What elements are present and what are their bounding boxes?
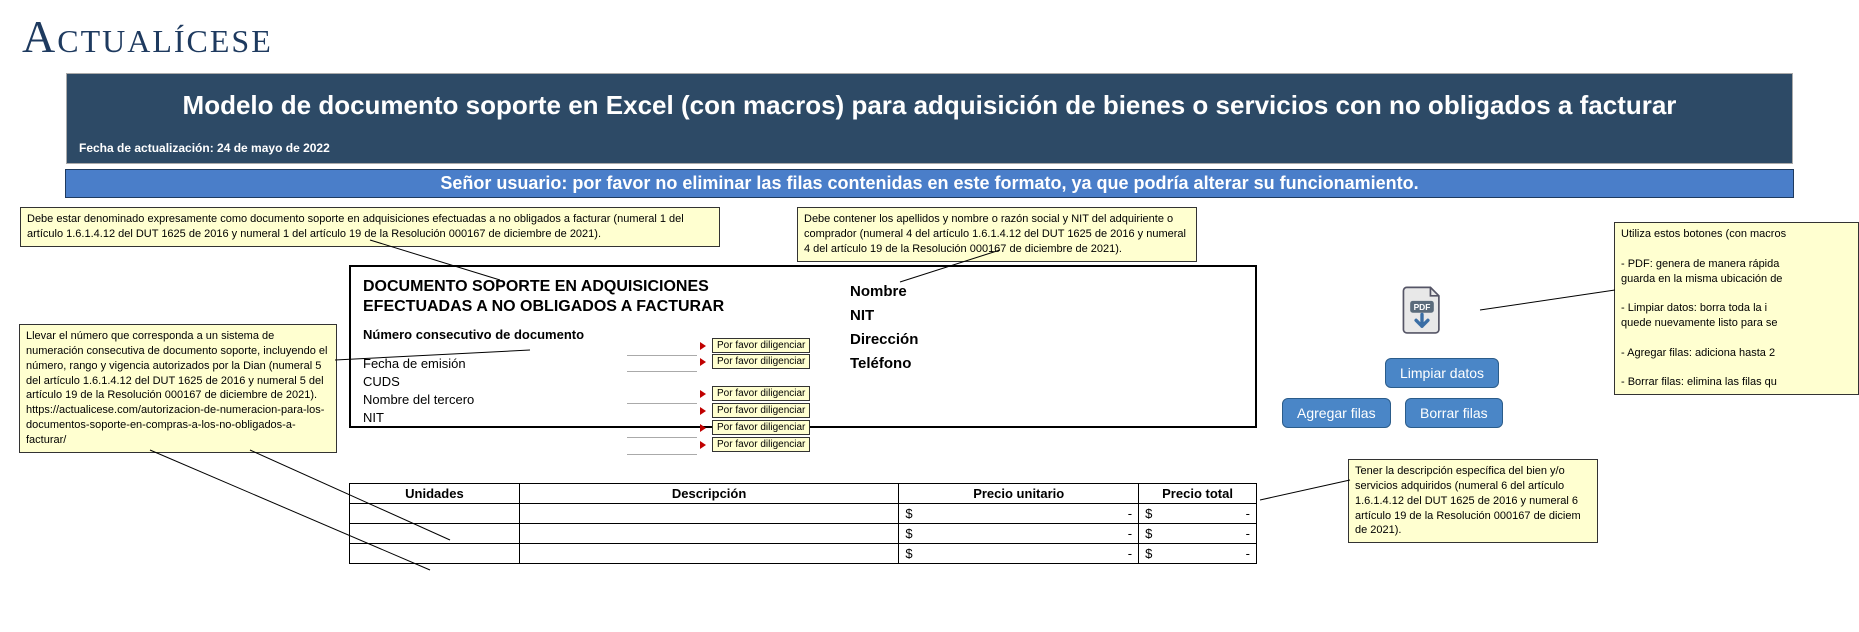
note-top-left: Debe estar denominado expresamente como … xyxy=(20,207,720,247)
field-cuds-label: CUDS xyxy=(363,374,400,389)
note-buttons-help: Utiliza estos botones (con macros - PDF:… xyxy=(1614,222,1859,395)
agregar-filas-button[interactable]: Agregar filas xyxy=(1282,398,1391,428)
currency-symbol: $ xyxy=(905,506,912,521)
dash: - xyxy=(1246,526,1250,541)
blank-nit[interactable] xyxy=(627,454,697,455)
items-table: Unidades Descripción Precio unitario Pre… xyxy=(349,483,1257,564)
brand-logo: Actualícese xyxy=(0,0,1859,73)
hint-diligenciar: Por favor diligenciar xyxy=(712,403,810,418)
comment-indicator-icon xyxy=(700,441,706,449)
table-header-row: Unidades Descripción Precio unitario Pre… xyxy=(350,484,1257,504)
doc-heading-line1: DOCUMENTO SOPORTE EN ADQUISICIONES xyxy=(363,278,709,295)
buyer-block: Nombre NIT Dirección Teléfono xyxy=(850,280,918,376)
hint-diligenciar: Por favor diligenciar xyxy=(712,437,810,452)
doc-heading-line2: EFECTUADAS A NO OBLIGADOS A FACTURAR xyxy=(363,298,724,315)
num-label-text: Número consecutivo de documento xyxy=(363,327,584,342)
col-precio-unitario: Precio unitario xyxy=(899,484,1139,504)
buyer-telefono: Teléfono xyxy=(850,352,918,376)
field-tercero-label: Nombre del tercero xyxy=(363,392,474,407)
hint-diligenciar: Por favor diligenciar xyxy=(712,386,810,401)
note-top-right: Debe contener los apellidos y nombre o r… xyxy=(797,207,1197,262)
comment-indicator-icon xyxy=(700,342,706,350)
document-heading: DOCUMENTO SOPORTE EN ADQUISICIONES EFECT… xyxy=(363,277,1243,317)
blank-tercero[interactable] xyxy=(627,437,697,438)
currency-symbol: $ xyxy=(1145,506,1152,521)
hint-diligenciar: Por favor diligenciar xyxy=(712,338,810,353)
dash: - xyxy=(1128,506,1132,521)
buyer-nombre: Nombre xyxy=(850,280,918,304)
blank-num2[interactable] xyxy=(627,371,697,372)
update-date: Fecha de actualización: 24 de mayo de 20… xyxy=(79,135,1780,155)
dash: - xyxy=(1128,526,1132,541)
col-precio-total: Precio total xyxy=(1139,484,1257,504)
limpiar-datos-button[interactable]: Limpiar datos xyxy=(1385,358,1499,388)
buyer-nit: NIT xyxy=(850,304,918,328)
currency-symbol: $ xyxy=(1145,526,1152,541)
currency-symbol: $ xyxy=(905,546,912,561)
currency-symbol: $ xyxy=(905,526,912,541)
dash: - xyxy=(1128,546,1132,561)
hint-diligenciar: Por favor diligenciar xyxy=(712,420,810,435)
borrar-filas-button[interactable]: Borrar filas xyxy=(1405,398,1503,428)
field-nit-label: NIT xyxy=(363,410,384,425)
page-title: Modelo de documento soporte en Excel (co… xyxy=(79,90,1780,135)
pdf-export-icon: PDF xyxy=(1395,284,1449,338)
svg-text:PDF: PDF xyxy=(1414,302,1431,312)
dash: - xyxy=(1246,506,1250,521)
field-fecha-label: Fecha de emisión xyxy=(363,356,466,371)
comment-indicator-icon xyxy=(700,424,706,432)
blank-fecha[interactable] xyxy=(627,403,697,404)
dash: - xyxy=(1246,546,1250,561)
buyer-direccion: Dirección xyxy=(850,328,918,352)
comment-indicator-icon xyxy=(700,390,706,398)
col-descripcion: Descripción xyxy=(519,484,899,504)
title-band: Modelo de documento soporte en Excel (co… xyxy=(66,73,1793,164)
table-row[interactable]: $- $- xyxy=(350,544,1257,564)
table-row[interactable]: $- $- xyxy=(350,524,1257,544)
hint-diligenciar: Por favor diligenciar xyxy=(712,354,810,369)
currency-symbol: $ xyxy=(1145,546,1152,561)
warning-banner: Señor usuario: por favor no eliminar las… xyxy=(66,170,1793,197)
note-left: Llevar el número que corresponda a un si… xyxy=(19,324,337,453)
pdf-button[interactable]: PDF xyxy=(1395,284,1449,338)
col-unidades: Unidades xyxy=(350,484,520,504)
table-row[interactable]: $- $- xyxy=(350,504,1257,524)
comment-indicator-icon xyxy=(700,358,706,366)
comment-indicator-icon xyxy=(700,407,706,415)
note-description: Tener la descripción específica del bien… xyxy=(1348,459,1598,543)
blank-num1[interactable] xyxy=(627,355,697,356)
